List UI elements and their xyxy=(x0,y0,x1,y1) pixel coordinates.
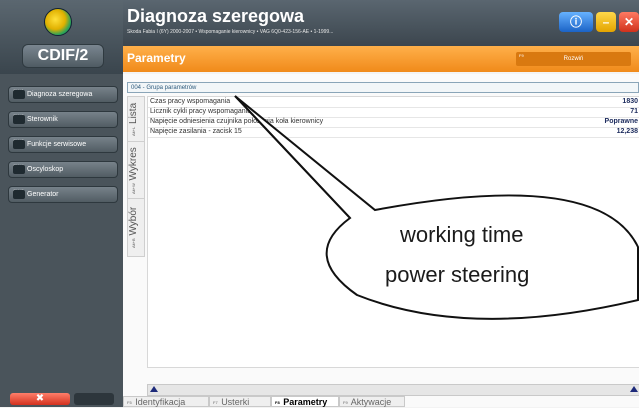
param-name: Napięcie zasilania - zacisk 15 xyxy=(150,128,242,135)
tab-shortcut: F7 xyxy=(213,400,218,405)
cdif-logo-icon xyxy=(44,8,72,36)
app-logo: CDIF/2 xyxy=(22,44,104,68)
bottom-tabs: F5 Identyfikacja F7 Usterki F8 Parametry… xyxy=(123,396,639,407)
sidebar-item-funkcje[interactable]: Ctrl+3 Funkcje serwisowe xyxy=(8,136,118,153)
table-row[interactable]: Napięcie zasilania - zacisk 15 12,238 xyxy=(148,127,639,138)
tab-shortcut: F5 xyxy=(127,400,132,405)
section-bar: Parametry F9 Rozwiń xyxy=(123,46,639,72)
info-icon: ⓘ xyxy=(569,15,582,29)
tab-parametry[interactable]: F8 Parametry xyxy=(271,396,339,407)
sidebar-item-sterownik[interactable]: Ctrl+2 Sterownik xyxy=(8,111,118,128)
vehicle-subtitle: Skoda Fabia I (6Y) 2000-2007 • Wspomagan… xyxy=(127,29,334,35)
param-name: Napięcie odniesienia czujnika położenia … xyxy=(150,118,324,125)
param-name: Czas pracy wspomagania xyxy=(150,98,231,105)
tools-button[interactable]: ✖ xyxy=(10,393,70,405)
tools-icon: ✖ xyxy=(35,393,45,404)
tab-label: Wybór xyxy=(128,206,139,236)
tab-label: Identyfikacja xyxy=(135,397,186,407)
tab-label: Parametry xyxy=(283,397,328,407)
tab-usterki[interactable]: F7 Usterki xyxy=(209,396,271,407)
tab-label: Aktywacje xyxy=(350,397,392,407)
sidebar-item-label: Funkcje serwisowe xyxy=(27,141,87,148)
expand-shortcut: F9 xyxy=(519,53,524,58)
sidebar-item-oscyloskop[interactable]: Ctrl+4 Oscyloskop xyxy=(8,161,118,178)
tab-label: Wykres xyxy=(128,147,139,181)
param-value: 71 xyxy=(630,108,638,115)
tab-identyfikacja[interactable]: F5 Identyfikacja xyxy=(123,396,209,407)
tab-aktywacje[interactable]: F9 Aktywacje xyxy=(339,396,405,407)
sidebar: Ctrl+1 Diagnoza szeregowa Ctrl+2 Sterown… xyxy=(0,74,123,407)
minimize-icon: – xyxy=(602,15,610,29)
scroll-up-icon[interactable] xyxy=(630,386,638,392)
service-icon xyxy=(13,140,25,149)
param-name: Licznik cykli pracy wspomagania xyxy=(150,108,252,115)
callout-line-2: power steering xyxy=(385,262,530,287)
page-title: Diagnoza szeregowa xyxy=(127,6,305,26)
param-value: 1830 xyxy=(622,98,638,105)
tab-shortcut: Alt+L xyxy=(131,126,136,137)
horizontal-scrollbar[interactable] xyxy=(147,384,639,396)
expand-label: Rozwiń xyxy=(563,56,584,62)
group-header: 004 - Grupa parametrów xyxy=(127,82,639,93)
tab-label: Lista xyxy=(128,102,139,125)
generator-icon xyxy=(13,190,25,199)
secondary-tool-button[interactable] xyxy=(74,393,114,405)
tab-wybor[interactable]: Alt+B Wybór xyxy=(127,198,145,257)
param-value: Poprawne xyxy=(604,118,638,125)
tab-lista[interactable]: Alt+L Lista xyxy=(127,96,145,143)
tab-shortcut: Alt+B xyxy=(131,238,136,249)
sidebar-item-label: Generator xyxy=(27,191,59,198)
title-bar: Diagnoza szeregowa Skoda Fabia I (6Y) 20… xyxy=(123,0,639,46)
logo-area: CDIF/2 xyxy=(0,0,123,74)
callout-line-1: working time xyxy=(400,222,524,247)
expand-button[interactable]: F9 Rozwiń xyxy=(516,52,631,66)
param-value: 12,238 xyxy=(616,128,638,135)
tab-label: Usterki xyxy=(221,397,250,407)
oscilloscope-icon xyxy=(13,165,25,174)
tab-shortcut: Alt+W xyxy=(131,183,136,194)
sidebar-item-label: Sterownik xyxy=(27,116,58,123)
section-title: Parametry xyxy=(127,51,186,65)
close-icon: ✕ xyxy=(623,15,635,29)
tab-shortcut: F8 xyxy=(275,400,280,405)
tab-wykres[interactable]: Alt+W Wykres xyxy=(127,141,145,200)
minimize-button[interactable]: – xyxy=(596,12,616,32)
sidebar-item-label: Diagnoza szeregowa xyxy=(27,91,93,98)
diagnosis-icon xyxy=(13,90,25,99)
sidebar-item-diagnoza[interactable]: Ctrl+1 Diagnoza szeregowa xyxy=(8,86,118,103)
controller-icon xyxy=(13,115,25,124)
close-button[interactable]: ✕ xyxy=(619,12,639,32)
tab-shortcut: F9 xyxy=(343,400,348,405)
sidebar-item-generator[interactable]: Ctrl+5 Generator xyxy=(8,186,118,203)
vertical-tabs: Alt+L Lista Alt+W Wykres Alt+B Wybór xyxy=(127,96,145,366)
info-button[interactable]: ⓘ xyxy=(559,12,593,32)
window-controls: ⓘ – ✕ xyxy=(559,12,639,32)
sidebar-item-label: Oscyloskop xyxy=(27,166,64,173)
scroll-up-icon[interactable] xyxy=(150,386,158,392)
